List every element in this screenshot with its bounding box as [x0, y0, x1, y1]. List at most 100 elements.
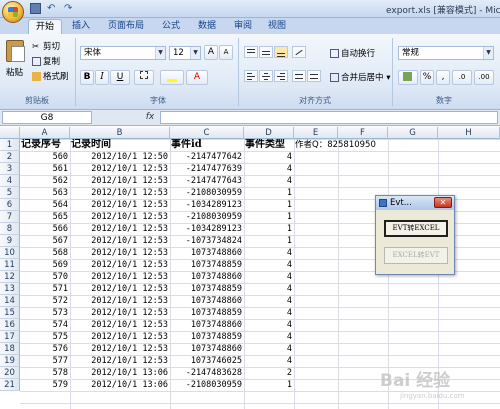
table-cell[interactable]: 4 [245, 259, 294, 271]
cut-button[interactable]: ✂ 剪切 [32, 40, 60, 52]
tab-formulas[interactable]: 公式 [156, 19, 186, 34]
table-cell[interactable]: 2012/10/1 12:53 [71, 175, 170, 187]
row-header[interactable]: 10 [0, 247, 20, 259]
table-cell[interactable]: -2147477639 [171, 163, 244, 175]
column-header-d[interactable]: D [244, 127, 294, 139]
table-cell[interactable]: 2012/10/1 12:53 [71, 307, 170, 319]
percent-button[interactable]: % [420, 70, 434, 85]
font-size-select[interactable]: 12 ▼ [169, 46, 201, 60]
align-top-icon[interactable] [244, 46, 258, 58]
table-cell[interactable]: 4 [245, 343, 294, 355]
table-cell[interactable]: -2147477642 [171, 151, 244, 163]
row-header[interactable]: 7 [0, 211, 20, 223]
table-cell[interactable]: 571 [21, 283, 70, 295]
align-center-icon[interactable] [259, 70, 273, 82]
italic-button[interactable]: I [95, 70, 109, 85]
table-cell[interactable]: 2012/10/1 12:53 [71, 343, 170, 355]
table-cell[interactable]: 4 [245, 307, 294, 319]
table-cell[interactable]: 1 [245, 199, 294, 211]
row-header[interactable]: 19 [0, 355, 20, 367]
table-cell[interactable]: 563 [21, 187, 70, 199]
fill-color-button[interactable] [160, 70, 184, 85]
row-header[interactable]: 1 [0, 139, 20, 151]
table-cell[interactable]: 2012/10/1 12:53 [71, 187, 170, 199]
tab-insert[interactable]: 插入 [66, 19, 96, 34]
table-cell[interactable]: 4 [245, 247, 294, 259]
table-cell[interactable]: 4 [245, 331, 294, 343]
wrap-text-button[interactable]: 自动换行 [330, 47, 375, 59]
column-header-f[interactable]: F [338, 127, 388, 139]
table-cell[interactable]: 560 [21, 151, 70, 163]
font-name-select[interactable]: 宋体 ▼ [80, 46, 166, 60]
column-header-b[interactable]: B [70, 127, 170, 139]
cell-a1[interactable]: 记录序号 [21, 139, 70, 151]
grow-font-button[interactable]: A [204, 45, 218, 60]
table-cell[interactable]: 2012/10/1 12:53 [71, 331, 170, 343]
row-header[interactable]: 17 [0, 331, 20, 343]
copy-button[interactable]: 复制 [32, 55, 60, 67]
row-header[interactable]: 2 [0, 151, 20, 163]
table-cell[interactable]: 2012/10/1 12:53 [71, 355, 170, 367]
table-cell[interactable]: 4 [245, 271, 294, 283]
cell-b1[interactable]: 记录时间 [71, 139, 170, 151]
table-cell[interactable]: 1 [245, 379, 294, 391]
table-cell[interactable]: 570 [21, 271, 70, 283]
table-cell[interactable]: 576 [21, 343, 70, 355]
cell-e1[interactable]: 作者Q：825810950 [295, 139, 405, 151]
table-cell[interactable]: -2108030959 [171, 211, 244, 223]
table-cell[interactable]: 2012/10/1 12:53 [71, 259, 170, 271]
increase-indent-icon[interactable] [307, 70, 321, 82]
evt-to-excel-button[interactable]: EVT转EXCEL [384, 220, 448, 237]
table-cell[interactable]: 578 [21, 367, 70, 379]
table-cell[interactable]: 1073748859 [171, 283, 244, 295]
row-header[interactable]: 20 [0, 367, 20, 379]
comma-button[interactable]: , [436, 70, 450, 85]
table-cell[interactable]: -1073734824 [171, 235, 244, 247]
row-header[interactable]: 9 [0, 235, 20, 247]
table-cell[interactable]: 1073748860 [171, 319, 244, 331]
paste-icon[interactable] [6, 40, 25, 62]
save-icon[interactable] [30, 3, 41, 14]
column-header-a[interactable]: A [20, 127, 70, 139]
table-cell[interactable]: 2 [245, 367, 294, 379]
font-color-button[interactable]: A [186, 70, 208, 85]
table-cell[interactable]: 1073748860 [171, 343, 244, 355]
decrease-indent-icon[interactable] [292, 70, 306, 82]
table-cell[interactable]: 562 [21, 175, 70, 187]
table-cell[interactable]: 1073748860 [171, 295, 244, 307]
table-cell[interactable]: 572 [21, 295, 70, 307]
table-cell[interactable]: 2012/10/1 12:53 [71, 235, 170, 247]
column-header-g[interactable]: G [388, 127, 438, 139]
text-orientation-icon[interactable] [292, 46, 306, 58]
table-cell[interactable]: 561 [21, 163, 70, 175]
tab-page-layout[interactable]: 页面布局 [100, 19, 152, 34]
table-cell[interactable]: 564 [21, 199, 70, 211]
column-header-c[interactable]: C [170, 127, 244, 139]
tab-data[interactable]: 数据 [192, 19, 222, 34]
table-cell[interactable]: 2012/10/1 12:53 [71, 211, 170, 223]
table-cell[interactable]: 1073748859 [171, 331, 244, 343]
merge-center-button[interactable]: 合并后居中 ▾ [330, 71, 390, 83]
row-header[interactable]: 13 [0, 283, 20, 295]
row-header[interactable]: 11 [0, 259, 20, 271]
table-cell[interactable]: 565 [21, 211, 70, 223]
redo-icon[interactable]: ↷ [64, 3, 75, 14]
table-cell[interactable]: 1073748860 [171, 271, 244, 283]
currency-button[interactable] [398, 70, 418, 85]
table-cell[interactable]: 579 [21, 379, 70, 391]
row-header[interactable]: 3 [0, 163, 20, 175]
table-cell[interactable]: 2012/10/1 12:53 [71, 163, 170, 175]
fx-icon[interactable]: fx [143, 111, 157, 124]
row-header[interactable]: 15 [0, 307, 20, 319]
table-cell[interactable]: 1 [245, 211, 294, 223]
table-cell[interactable]: 2012/10/1 12:53 [71, 199, 170, 211]
table-cell[interactable]: 4 [245, 151, 294, 163]
row-header[interactable]: 14 [0, 295, 20, 307]
borders-button[interactable] [134, 70, 154, 85]
align-left-icon[interactable] [244, 70, 258, 82]
row-header[interactable]: 4 [0, 175, 20, 187]
table-cell[interactable]: 1 [245, 235, 294, 247]
dialog-title-bar[interactable]: Evt... ✕ [376, 196, 454, 210]
undo-icon[interactable]: ↶ [47, 3, 58, 14]
column-header-h[interactable]: H [438, 127, 500, 139]
